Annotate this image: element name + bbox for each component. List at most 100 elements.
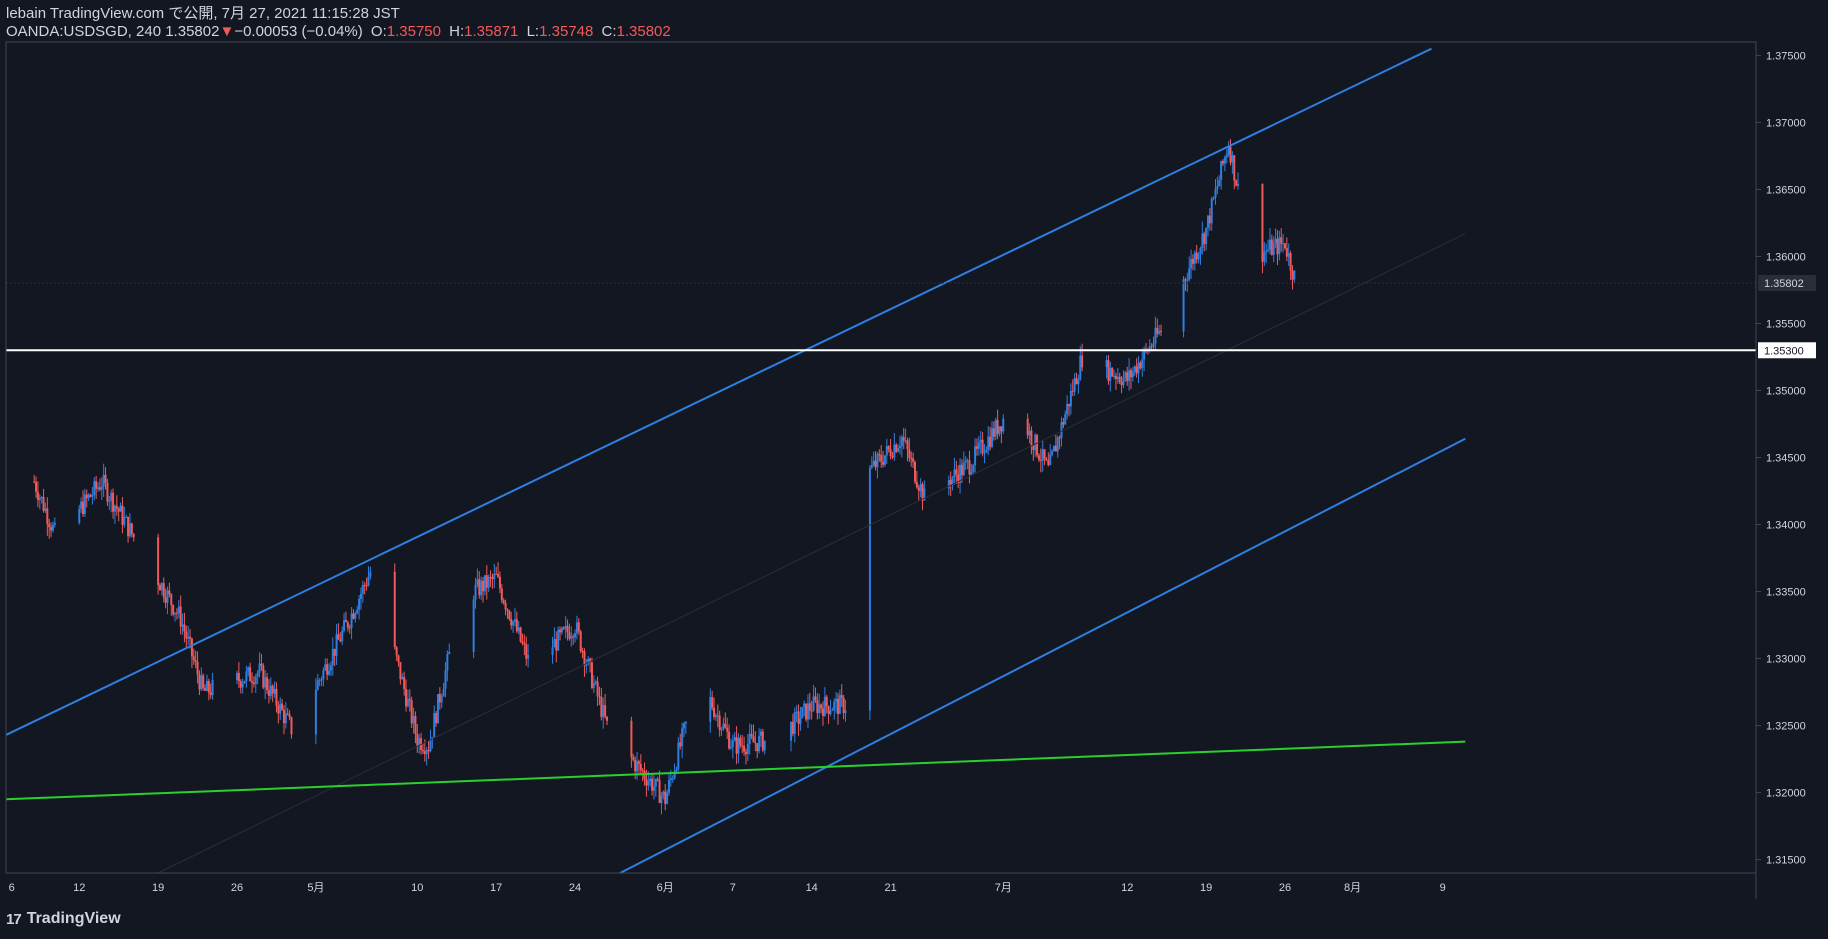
candle-body: [87, 494, 90, 499]
candle-body: [1265, 250, 1268, 252]
candle-body: [1193, 252, 1196, 264]
candle-body: [645, 779, 648, 786]
candle-body: [95, 481, 98, 489]
candle-body: [190, 638, 193, 657]
candle-body: [200, 675, 203, 690]
y-tick-label: 1.36500: [1766, 184, 1806, 196]
candle-body: [1137, 362, 1140, 374]
candle-body: [876, 454, 879, 468]
candle-body: [290, 717, 293, 735]
candle-body: [251, 681, 254, 683]
candle-body: [436, 694, 439, 724]
candle-body: [835, 698, 838, 702]
candle-body: [583, 651, 586, 666]
candle-body: [187, 636, 190, 639]
candle-body: [367, 576, 370, 586]
candle-body: [40, 497, 43, 499]
candle-body: [236, 672, 239, 680]
candle-body: [739, 737, 742, 746]
candle-body: [1160, 330, 1163, 332]
candle-body: [478, 579, 481, 596]
candle-body: [482, 580, 485, 592]
candle-body: [594, 681, 597, 683]
channel-upper-line: [5, 47, 1432, 736]
candle-body: [405, 688, 408, 707]
candle-body: [636, 761, 639, 772]
candle-body: [677, 742, 680, 770]
candle-body: [1233, 155, 1236, 181]
y-tick-label: 1.31500: [1766, 855, 1806, 867]
candle-body: [579, 631, 582, 651]
y-tick-label: 1.37000: [1766, 117, 1806, 129]
y-tick-label: 1.32500: [1766, 721, 1806, 733]
candle-body: [1152, 343, 1155, 347]
candle-body: [125, 516, 128, 518]
candle-body: [793, 711, 796, 734]
candle-body: [820, 704, 823, 709]
candle-body: [1122, 377, 1125, 386]
candle-body: [893, 444, 896, 458]
candle-body: [286, 713, 289, 715]
candle-body: [667, 780, 670, 793]
candle-body: [1116, 376, 1119, 379]
candle-body: [1285, 247, 1288, 257]
candle-body: [423, 751, 426, 755]
candle-body: [1051, 451, 1054, 455]
price-chart[interactable]: 1.37500 1.37000 1.36500 1.36000 1.35500 1.350…: [0, 0, 1828, 939]
candle-body: [1214, 189, 1217, 198]
candle-body: [521, 641, 524, 643]
candle-body: [568, 632, 571, 639]
candle-body: [1182, 279, 1185, 332]
candle-body: [895, 444, 898, 452]
candle-body: [989, 436, 992, 447]
candle-body: [983, 452, 986, 454]
x-tick-label: 26: [231, 882, 243, 894]
candle-body: [1221, 160, 1224, 164]
candle-body: [996, 420, 999, 434]
candle-body: [513, 619, 516, 622]
candle-body: [662, 791, 665, 796]
candle-body: [1047, 460, 1050, 466]
candle-body: [1184, 279, 1187, 281]
candle-body: [421, 749, 424, 752]
candle-body: [604, 705, 607, 717]
candle-body: [1274, 238, 1277, 244]
candle-body: [438, 694, 441, 703]
candle-body: [684, 721, 687, 724]
candle-body: [196, 662, 199, 675]
y-tick-label: 1.35500: [1766, 318, 1806, 330]
candle-body: [560, 627, 563, 633]
candle-body: [245, 671, 248, 681]
candle-body: [108, 500, 111, 502]
candle-body: [1056, 437, 1059, 452]
candle-body: [630, 720, 633, 758]
candle-body: [241, 683, 244, 688]
tradingview-logo[interactable]: 17 TradingView: [6, 910, 121, 928]
candle-body: [1113, 375, 1116, 377]
candle-body: [979, 439, 982, 443]
candle-body: [1075, 378, 1078, 385]
candle-body: [902, 437, 905, 441]
candle-body: [840, 695, 843, 698]
candle-series: [33, 138, 1296, 815]
candle-body: [177, 606, 180, 614]
candle-body: [590, 662, 593, 688]
candle-body: [42, 497, 45, 511]
candle-body: [654, 778, 657, 787]
current-price-label: 1.35802: [1764, 278, 1804, 290]
candle-body: [870, 465, 873, 468]
candle-body: [953, 469, 956, 478]
candle-body: [559, 629, 562, 633]
candle-body: [1191, 258, 1194, 264]
y-tick-label: 1.35000: [1766, 385, 1806, 397]
candle-body: [414, 715, 417, 734]
candle-body: [711, 697, 714, 708]
candle-body: [510, 618, 513, 626]
candle-body: [1156, 327, 1159, 334]
candle-body: [799, 718, 802, 724]
candle-body: [515, 619, 518, 632]
candle-body: [207, 680, 210, 693]
candle-body: [917, 487, 920, 492]
candle-body: [1141, 359, 1144, 369]
candle-body: [517, 627, 520, 632]
